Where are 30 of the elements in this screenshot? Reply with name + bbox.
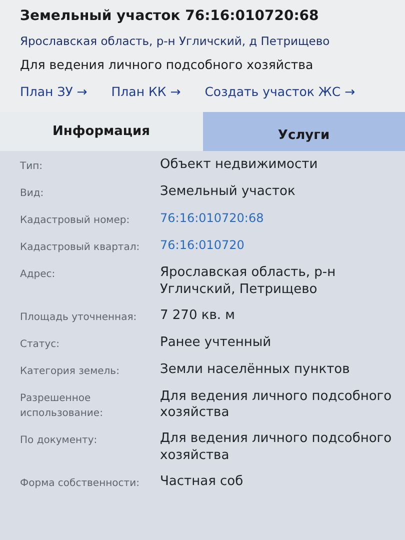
field-value: Для ведения личного подсобного хозяйства [160,388,393,422]
tab[interactable]: Информация [0,112,202,152]
plan-link[interactable]: План КК → [111,83,181,102]
address-text: Ярославская область, р-н Угличский, д Петрищево [20,33,331,50]
field-label: Адрес: [20,268,56,282]
field-value: Объект недвижимости [160,157,319,174]
field-label: По документу: [20,434,98,448]
field-label: Разрешенное использование: [20,392,104,421]
field-link[interactable]: 76:16:010720:68 [160,211,405,228]
field-value: Земли населённых пунктов [160,362,351,379]
field-label: Категория земель: [20,364,120,379]
field-label: Вид: [20,187,45,202]
plan-link[interactable]: План ЗУ → [20,83,88,102]
field-link[interactable]: 76:16:010720 [160,238,405,256]
field-label: Кадастровый квартал: [20,241,141,256]
plan-link[interactable]: Создать участок ЖС → [204,83,356,102]
field-value: Земельный участок [160,184,296,202]
page-title: Земельный участок 76:16:010720:68 [20,7,320,26]
purpose-text: Для ведения личного подсобного хозяйства [20,56,314,74]
field-label: Площадь уточненная: [20,310,138,325]
field-label: Тип: [20,160,44,174]
field-value: Частная соб [160,474,244,491]
tab[interactable]: Услуги [202,112,405,152]
field-label: Статус: [20,338,61,352]
field-value: Ранее учтенный [160,334,272,352]
field-label: Форма собственности: [20,476,140,491]
field-value: Для ведения личного подсобного хозяйства [160,431,393,464]
field-value: 7 270 кв. м [160,308,236,325]
field-value: Ярославская область, р-н Угличский, Петрищево [160,265,337,298]
field-label: Кадастровый номер: [20,214,131,228]
